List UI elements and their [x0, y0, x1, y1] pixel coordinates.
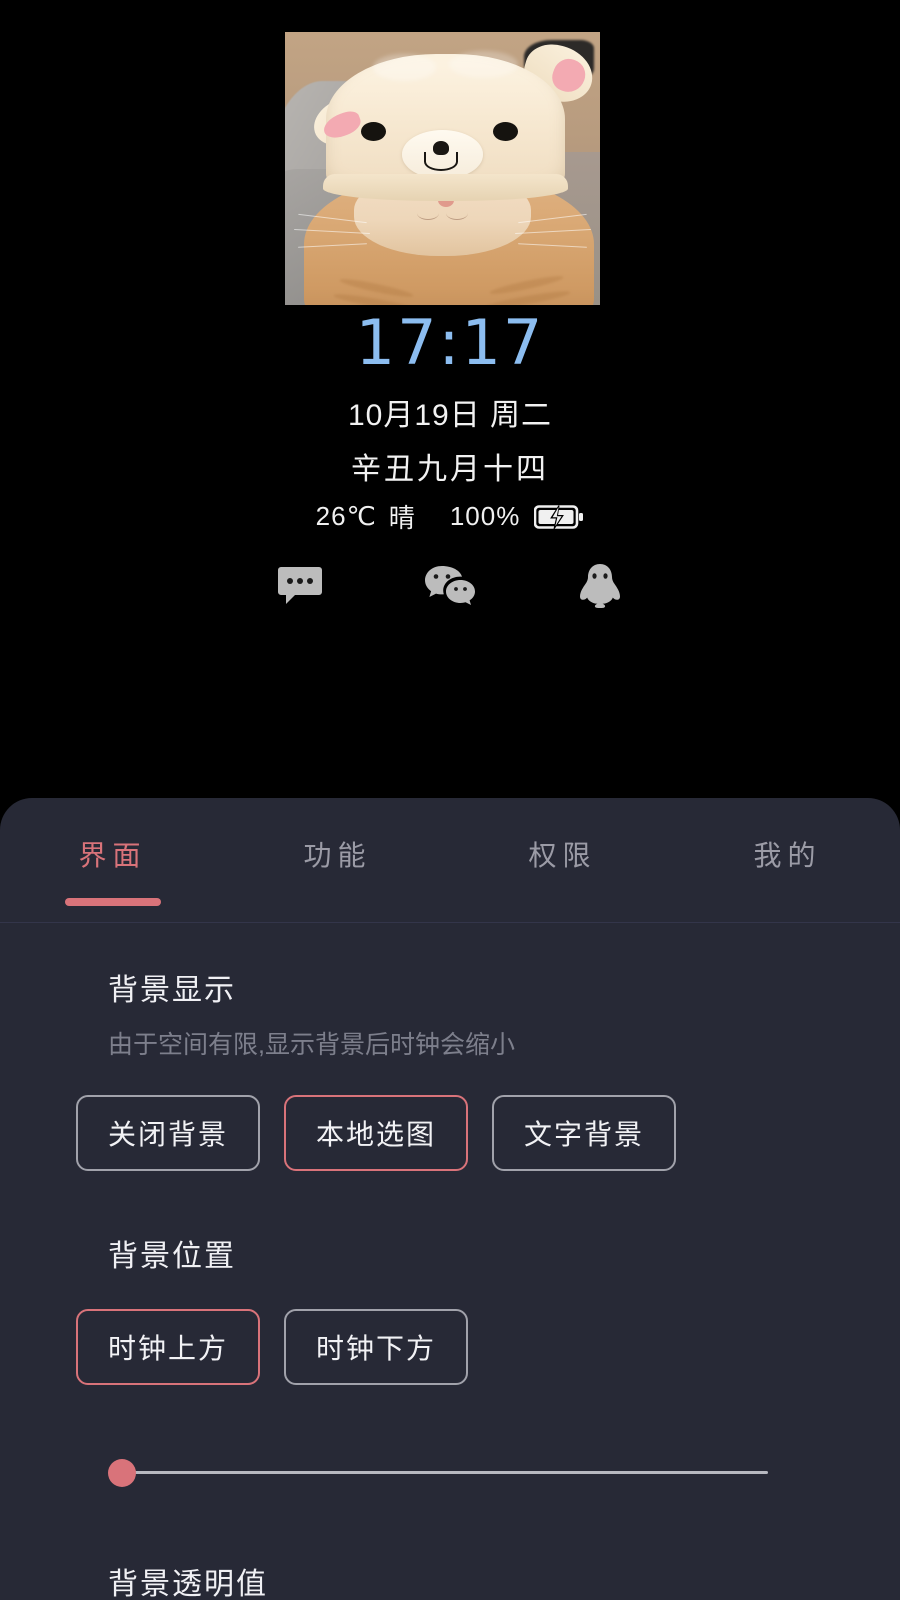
wallpaper-image[interactable]: [285, 32, 600, 305]
tab-function[interactable]: 功能: [225, 834, 450, 892]
weather-text: 晴: [388, 503, 416, 533]
tab-interface-label: 界面: [78, 840, 147, 871]
tab-mine-label: 我的: [753, 840, 822, 871]
clock-widget[interactable]: 17:17 10月19日 周二 辛丑九月十四 26℃ 晴 100%: [0, 312, 900, 535]
lockscreen-preview: 17:17 10月19日 周二 辛丑九月十四 26℃ 晴 100%: [0, 0, 900, 800]
active-tab-indicator: [64, 898, 161, 906]
qq-icon[interactable]: [570, 556, 630, 616]
messages-icon[interactable]: [270, 556, 330, 616]
wechat-icon[interactable]: [420, 556, 480, 616]
tab-interface[interactable]: 界面: [0, 834, 225, 906]
cat-photo: [285, 32, 600, 305]
tab-permission-label: 权限: [528, 840, 597, 871]
hat-brim: [322, 173, 569, 202]
tab-bar: 界面 功能 权限 我的: [0, 798, 900, 922]
option-below-clock[interactable]: 时钟下方: [284, 1309, 469, 1385]
hat-eye-left: [360, 122, 386, 142]
hat-highlight-left: [373, 53, 437, 82]
tab-permission[interactable]: 权限: [450, 834, 675, 892]
tab-bar-divider: [0, 922, 900, 923]
background-display-options: 关闭背景 本地选图 文字背景: [76, 1095, 900, 1171]
slider-thumb[interactable]: [108, 1459, 136, 1487]
option-above-clock[interactable]: 时钟上方: [76, 1309, 261, 1385]
temperature-text: 26℃: [315, 501, 377, 531]
background-display-title: 背景显示: [108, 974, 236, 1007]
shortcut-row: [0, 556, 900, 616]
background-display-subtitle: 由于空间有限,显示背景后时钟会缩小: [108, 1031, 515, 1059]
clock-lunar-date: 辛丑九月十四: [351, 453, 549, 486]
clock-date: 10月19日 周二: [347, 399, 553, 432]
tab-mine[interactable]: 我的: [675, 834, 900, 892]
settings-panel: 界面 功能 权限 我的 背景显示 由于空间有限,显示背景后时钟会缩小 关闭背景 …: [0, 798, 900, 1600]
option-close-background[interactable]: 关闭背景: [76, 1095, 261, 1171]
option-local-image[interactable]: 本地选图: [284, 1095, 469, 1171]
background-size-slider[interactable]: [108, 1453, 768, 1493]
background-position-title: 背景位置: [108, 1240, 236, 1273]
phone-screen: 17:17 10月19日 周二 辛丑九月十四 26℃ 晴 100% 界面 功能 …: [0, 0, 900, 1600]
background-position-options: 时钟上方 时钟下方: [76, 1309, 900, 1385]
background-opacity-title: 背景透明值: [108, 1568, 268, 1600]
clock-time: 17:17: [355, 306, 545, 379]
tab-function-label: 功能: [303, 840, 372, 871]
section-background-display: 背景显示 由于空间有限,显示背景后时钟会缩小 关闭背景 本地选图 文字背景: [0, 965, 900, 1171]
settings-body: 背景显示 由于空间有限,显示背景后时钟会缩小 关闭背景 本地选图 文字背景 背景…: [0, 965, 900, 1600]
slider-track[interactable]: [120, 1471, 768, 1474]
battery-percent-text: 100%: [449, 501, 521, 531]
option-text-background[interactable]: 文字背景: [492, 1095, 677, 1171]
section-background-position: 背景位置 时钟上方 时钟下方: [0, 1231, 900, 1385]
clock-status-row: 26℃ 晴 100%: [0, 498, 900, 535]
battery-charging-icon: [534, 504, 584, 530]
